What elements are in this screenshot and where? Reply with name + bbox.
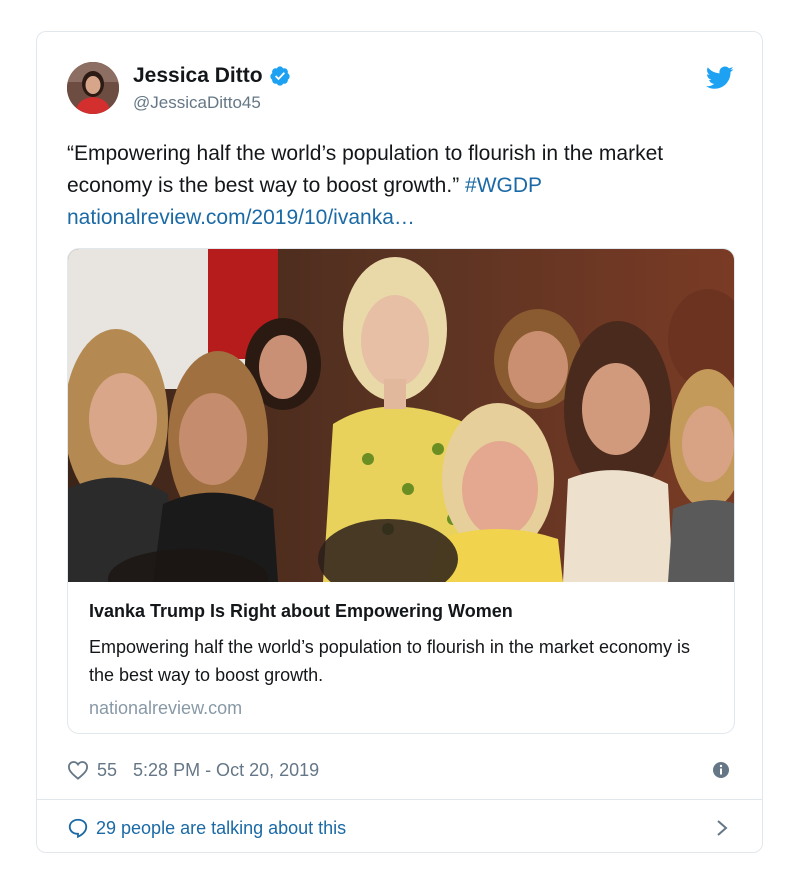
author-block: Jessica Ditto @JessicaDitto45 xyxy=(133,64,291,113)
info-icon[interactable] xyxy=(712,761,730,779)
verified-badge-icon xyxy=(269,66,290,86)
heart-icon[interactable] xyxy=(67,760,89,780)
chevron-right-icon[interactable] xyxy=(716,819,728,837)
divider xyxy=(37,799,762,800)
twitter-bird-icon[interactable] xyxy=(706,66,734,90)
tweet-header: Jessica Ditto @JessicaDitto45 xyxy=(67,62,734,122)
conversation-text[interactable]: 29 people are talking about this xyxy=(96,818,346,839)
avatar[interactable] xyxy=(67,62,119,114)
preview-domain: nationalreview.com xyxy=(89,698,243,718)
speech-bubble-icon xyxy=(68,818,88,839)
tweet-quote: “Empowering half the world’s population … xyxy=(67,142,664,197)
article-url-link[interactable]: nationalreview.com/2019/10/ivanka… xyxy=(67,206,415,229)
preview-image[interactable] xyxy=(68,249,734,582)
preview-body: Ivanka Trump Is Right about Empowering W… xyxy=(89,601,714,719)
author-name[interactable]: Jessica Ditto xyxy=(133,64,263,88)
tweet-card[interactable]: Jessica Ditto @JessicaDitto45 “Empowerin… xyxy=(36,31,763,853)
preview-description: Empowering half the world’s population t… xyxy=(89,637,690,685)
conversation-link[interactable]: 29 people are talking about this xyxy=(67,815,732,841)
hashtag-link[interactable]: #WGDP xyxy=(465,174,542,197)
link-preview-card[interactable]: Ivanka Trump Is Right about Empowering W… xyxy=(67,248,735,734)
like-count[interactable]: 55 xyxy=(97,760,117,781)
timestamp[interactable]: 5:28 PM - Oct 20, 2019 xyxy=(133,760,319,781)
preview-title: Ivanka Trump Is Right about Empowering W… xyxy=(89,601,513,621)
author-handle[interactable]: @JessicaDitto45 xyxy=(133,93,291,113)
tweet-meta: 55 5:28 PM - Oct 20, 2019 xyxy=(67,758,732,782)
tweet-text: “Empowering half the world’s population … xyxy=(67,138,747,234)
